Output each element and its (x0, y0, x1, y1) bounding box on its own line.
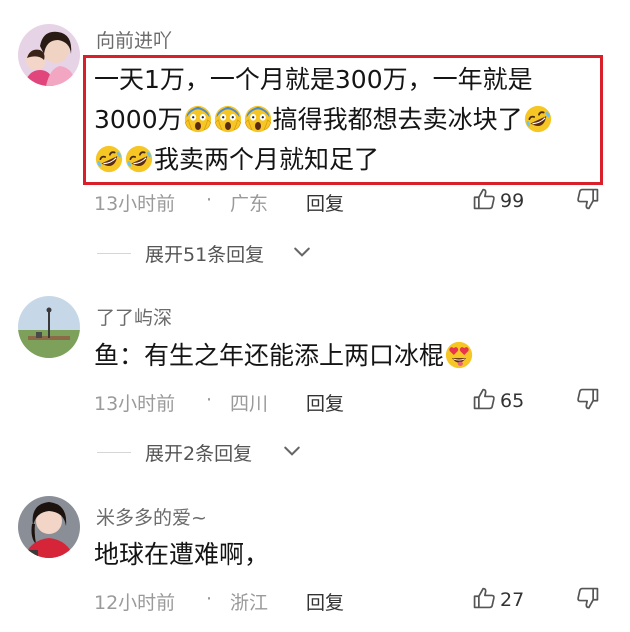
comment-text-fragment: 我卖两个月就知足了 (154, 145, 380, 174)
expand-replies-button[interactable]: 展开2条回复 (97, 439, 317, 465)
comment-text-line: 鱼：有生之年还能添上两口冰棍 (94, 336, 474, 376)
separator-dot: · (206, 389, 213, 411)
like-count: 99 (500, 190, 525, 212)
dislike-button[interactable] (576, 387, 600, 416)
reply-button[interactable]: 回复 (306, 588, 344, 615)
comment-text-line: 我卖两个月就知足了 (94, 140, 553, 180)
reply-button[interactable]: 回复 (306, 189, 344, 216)
face-screaming-in-fear-icon (244, 105, 272, 133)
divider-line (97, 253, 131, 254)
thumbs-down-outline-icon (576, 586, 600, 610)
like-count: 65 (500, 390, 525, 412)
divider-line (97, 452, 131, 453)
comment-text-line: 3000万 搞得我都想去卖冰块了 (94, 100, 553, 140)
expand-replies-label: 展开2条回复 (145, 443, 253, 465)
rolling-on-floor-laughing-icon (125, 145, 153, 173)
comment-item: 向前进吖 一天1万，一个月就是300万，一年就是 3000万 搞得我都想去卖冰块了… (0, 0, 630, 290)
comment-time: 13小时前 (94, 193, 176, 215)
smiling-face-with-heart-eyes-icon (445, 341, 473, 369)
thumbs-down-outline-icon (576, 187, 600, 211)
comment-meta: 12小时前 · 浙江 回复 27 (94, 588, 614, 616)
thumbs-up-outline-icon (472, 586, 496, 610)
comment-location: 广东 (230, 193, 269, 215)
comment-text-fragment: 鱼：有生之年还能添上两口冰棍 (94, 341, 445, 370)
comment-time: 12小时前 (94, 592, 176, 614)
like-button[interactable]: 65 (472, 387, 524, 412)
thumbs-up-outline-icon (472, 187, 496, 211)
avatar[interactable] (18, 296, 80, 358)
comment-text-line: 一天1万，一个月就是300万，一年就是 (94, 65, 533, 94)
dislike-button[interactable] (576, 187, 600, 216)
comment-location: 四川 (230, 393, 269, 415)
face-screaming-in-fear-icon (184, 105, 212, 133)
avatar[interactable] (18, 24, 80, 86)
face-screaming-in-fear-icon (214, 105, 242, 133)
comment-meta: 13小时前 · 四川 回复 65 (94, 389, 614, 417)
reply-button[interactable]: 回复 (306, 389, 344, 416)
username[interactable]: 向前进吖 (96, 26, 172, 53)
username[interactable]: 米多多的爱~ (96, 503, 207, 530)
username[interactable]: 了了屿深 (96, 303, 172, 330)
separator-dot: · (206, 189, 213, 211)
expand-replies-label: 展开51条回复 (145, 244, 265, 266)
rolling-on-floor-laughing-icon (524, 105, 552, 133)
thumbs-up-outline-icon (472, 387, 496, 411)
comment-text-line: 地球在遭难啊， (94, 540, 270, 569)
chevron-down-icon (283, 442, 301, 460)
comment-text-fragment: 搞得我都想去卖冰块了 (272, 105, 523, 134)
like-count: 27 (500, 589, 525, 611)
comment-text: 一天1万，一个月就是300万，一年就是 3000万 搞得我都想去卖冰块了 我卖两个… (94, 60, 553, 180)
separator-dot: · (206, 588, 213, 610)
comment-text: 地球在遭难啊， (94, 535, 269, 575)
rolling-on-floor-laughing-icon (95, 145, 123, 173)
like-button[interactable]: 27 (472, 586, 524, 611)
avatar[interactable] (18, 496, 80, 558)
like-button[interactable]: 99 (472, 187, 524, 212)
comment-text: 鱼：有生之年还能添上两口冰棍 (94, 336, 474, 376)
expand-replies-button[interactable]: 展开51条回复 (97, 240, 327, 266)
chevron-down-icon (293, 243, 311, 261)
comment-location: 浙江 (230, 592, 269, 614)
comment-time: 13小时前 (94, 393, 176, 415)
comment-meta: 13小时前 · 广东 回复 99 (94, 189, 614, 217)
thumbs-down-outline-icon (576, 387, 600, 411)
comment-text-fragment: 3000万 (94, 105, 183, 134)
dislike-button[interactable] (576, 586, 600, 615)
